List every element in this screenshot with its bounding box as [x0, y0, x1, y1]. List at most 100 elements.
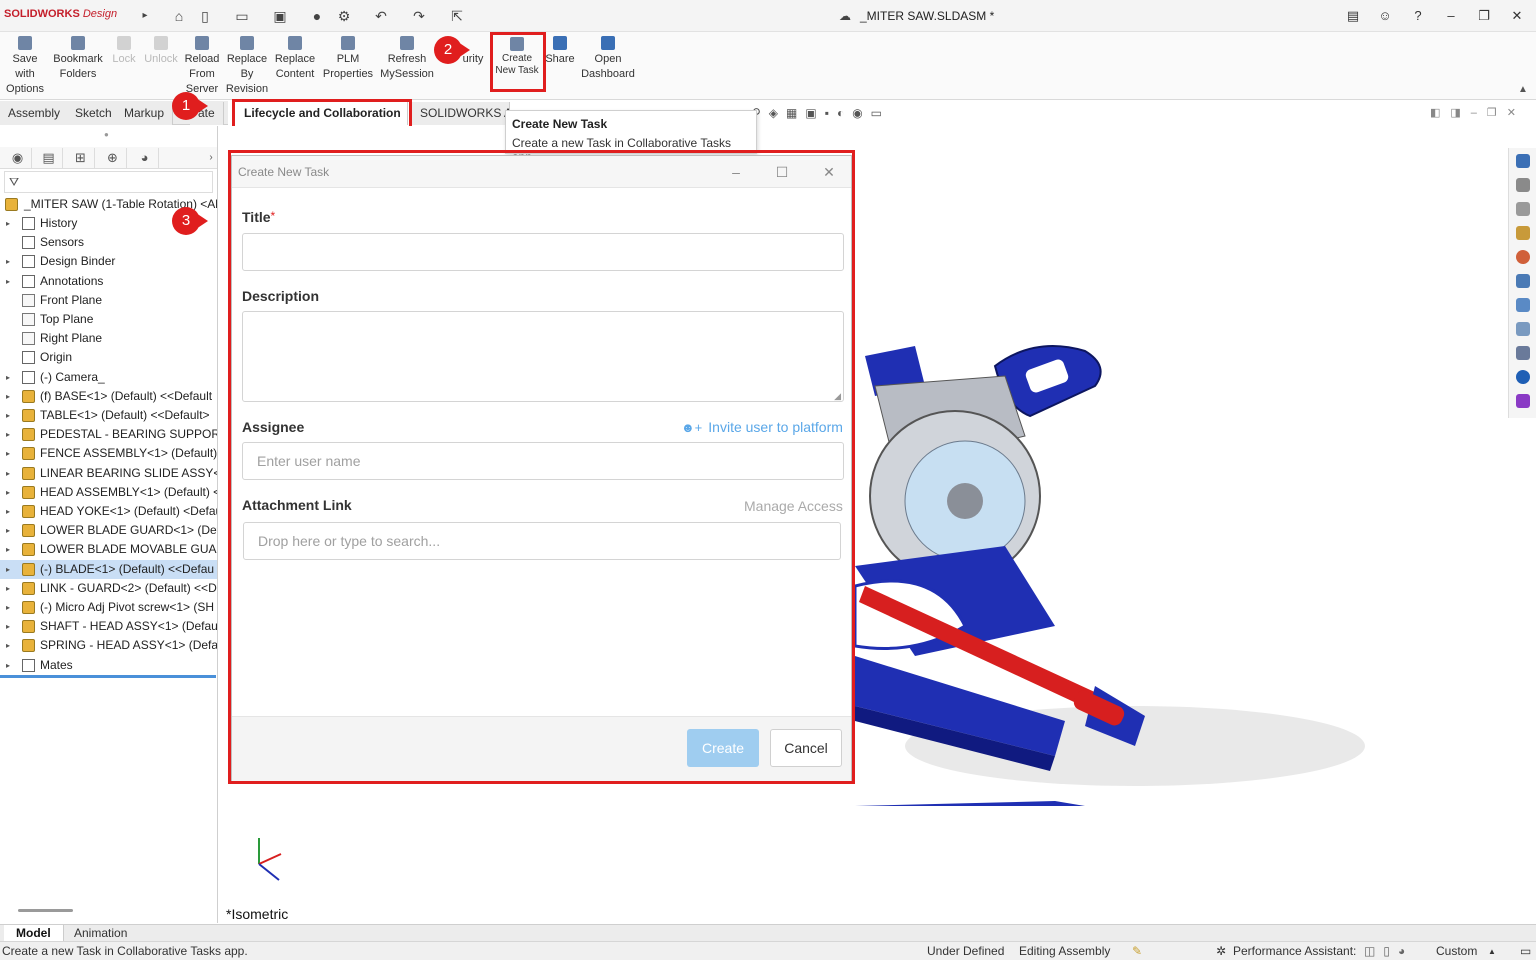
- expand-arrow-icon[interactable]: ▸: [6, 656, 10, 675]
- undo-icon[interactable]: ↶: [372, 7, 390, 25]
- units-chevron-icon[interactable]: ▲: [1488, 942, 1496, 961]
- filter-icon[interactable]: ⛛: [4, 171, 213, 193]
- tree-item[interactable]: ▸ HEAD YOKE<1> (Default) <Defau: [0, 502, 217, 521]
- tree-item[interactable]: Top Plane: [0, 310, 217, 329]
- tree-item[interactable]: ▸ (-) Camera_: [0, 368, 217, 387]
- status-indicator-icons[interactable]: ◫▯◕: [1364, 942, 1413, 961]
- tree-item[interactable]: ▸ FENCE ASSEMBLY<1> (Default) <: [0, 444, 217, 463]
- configuration-manager-tab-icon[interactable]: ⊞: [67, 148, 95, 168]
- tree-item[interactable]: ▸ PEDESTAL - BEARING SUPPORT<: [0, 425, 217, 444]
- rebuild-icon[interactable]: ✎: [1132, 942, 1142, 961]
- bookmark-folders-button[interactable]: Bookmark Folders: [50, 36, 106, 82]
- expand-arrow-icon[interactable]: ▸: [6, 636, 10, 655]
- tree-item[interactable]: Front Plane: [0, 291, 217, 310]
- tree-item[interactable]: ▸ LOWER BLADE MOVABLE GUARD: [0, 540, 217, 559]
- tab-markup[interactable]: Markup: [116, 102, 174, 125]
- tree-item[interactable]: Right Plane: [0, 329, 217, 348]
- user-avatar[interactable]: ☺: [1374, 6, 1396, 26]
- refresh-mysession-button[interactable]: Refresh MySession: [378, 36, 436, 82]
- dimxpert-tab-icon[interactable]: ⊕: [99, 148, 127, 168]
- tree-item[interactable]: Sensors: [0, 233, 217, 252]
- tab-sketch[interactable]: Sketch: [67, 102, 121, 125]
- redo-icon[interactable]: ↷: [410, 7, 428, 25]
- unlock-button[interactable]: Unlock: [142, 36, 180, 67]
- tree-item[interactable]: ▸ SPRING - HEAD ASSY<1> (Defau: [0, 636, 217, 655]
- solidworks-resources-icon[interactable]: [1516, 154, 1530, 168]
- tree-item[interactable]: ▸ SHAFT - HEAD ASSY<1> (Default: [0, 617, 217, 636]
- tree-item[interactable]: ▸ LOWER BLADE GUARD<1> (Defa: [0, 521, 217, 540]
- 3dexperience-icon[interactable]: [1516, 370, 1530, 384]
- tree-item[interactable]: ▸ (-) Micro Adj Pivot screw<1> (SH: [0, 598, 217, 617]
- expand-arrow-icon[interactable]: ▸: [6, 464, 10, 483]
- display-manager-tab-icon[interactable]: ◕: [131, 148, 159, 168]
- tree-item[interactable]: ▸ Annotations: [0, 272, 217, 291]
- reload-from-server-button[interactable]: Reload From Server: [182, 36, 222, 97]
- tree-item[interactable]: ▸ (f) BASE<1> (Default) <<Default: [0, 387, 217, 406]
- print-icon[interactable]: ●: [308, 7, 326, 25]
- expand-arrow-icon[interactable]: ▸: [6, 521, 10, 540]
- menu-expand-icon[interactable]: ▸: [136, 7, 154, 25]
- share-button[interactable]: Share: [544, 36, 576, 67]
- tab-solidworks-addins[interactable]: SOLIDWORKS A: [412, 102, 510, 125]
- design-library-icon[interactable]: [1516, 178, 1530, 192]
- home-icon[interactable]: ⌂: [170, 7, 188, 25]
- save-with-options-button[interactable]: Save with Options: [4, 36, 46, 97]
- close-button[interactable]: ✕: [1506, 6, 1528, 26]
- panel-grip-icon[interactable]: ●: [104, 130, 109, 139]
- minimize-button[interactable]: –: [1440, 6, 1462, 26]
- tree-item[interactable]: ▸ HEAD ASSEMBLY<1> (Default) <: [0, 483, 217, 502]
- tab-animation[interactable]: Animation: [62, 925, 139, 942]
- expand-arrow-icon[interactable]: ▸: [6, 502, 10, 521]
- view-palette-icon[interactable]: [1516, 226, 1530, 240]
- expand-arrow-icon[interactable]: ▸: [6, 387, 10, 406]
- expand-arrow-icon[interactable]: ▸: [6, 425, 10, 444]
- solidworks-logo[interactable]: SOLIDWORKS Design: [4, 8, 117, 20]
- collapse-ribbon-icon[interactable]: ▲: [1518, 84, 1528, 95]
- command-prompt-icon[interactable]: ▤: [1342, 6, 1364, 26]
- expand-arrow-icon[interactable]: ▸: [6, 272, 10, 291]
- expand-arrow-icon[interactable]: ▸: [6, 368, 10, 387]
- expand-arrow-icon[interactable]: ▸: [6, 483, 10, 502]
- tree-item[interactable]: ▸ Design Binder: [0, 252, 217, 271]
- tree-item[interactable]: ▸ (-) BLADE<1> (Default) <<Defau: [0, 559, 217, 579]
- plm-properties-button[interactable]: PLM Properties: [322, 36, 374, 82]
- file-explorer-icon[interactable]: [1516, 202, 1530, 216]
- new-document-icon[interactable]: ▯: [196, 7, 214, 25]
- open-dashboard-button[interactable]: Open Dashboard: [580, 36, 636, 82]
- expand-arrow-icon[interactable]: ▸: [6, 560, 10, 579]
- viewport-window-controls[interactable]: ◧◨–❐✕: [1430, 106, 1526, 119]
- replace-by-revision-button[interactable]: Replace By Revision: [224, 36, 270, 97]
- feature-manager-tab-icon[interactable]: ◉: [4, 148, 32, 168]
- miter-saw-model[interactable]: [855, 326, 1375, 806]
- status-bar-icon[interactable]: ▭: [1520, 942, 1531, 961]
- tables-icon[interactable]: [1516, 346, 1530, 360]
- tree-item[interactable]: ▸ LINEAR BEARING SLIDE ASSY<1>: [0, 464, 217, 483]
- custom-properties-icon[interactable]: [1516, 274, 1530, 288]
- replace-content-button[interactable]: Replace Content: [272, 36, 318, 82]
- collaborative-tasks-icon[interactable]: [1516, 394, 1530, 408]
- horizontal-scrollbar[interactable]: [18, 909, 73, 912]
- tree-item[interactable]: ▸ TABLE<1> (Default) <<Default>: [0, 406, 217, 425]
- restore-button[interactable]: ❐: [1473, 6, 1495, 26]
- unit-system-selector[interactable]: Custom: [1436, 942, 1477, 961]
- options-gear-icon[interactable]: ⚙: [335, 7, 353, 25]
- expand-arrow-icon[interactable]: ▸: [6, 214, 10, 233]
- expand-arrow-icon[interactable]: ▸: [6, 444, 10, 463]
- expand-arrow-icon[interactable]: ▸: [6, 579, 10, 598]
- search-icon[interactable]: [1516, 322, 1530, 336]
- expand-arrow-icon[interactable]: ▸: [6, 540, 10, 559]
- lock-button[interactable]: Lock: [110, 36, 138, 67]
- expand-arrow-icon[interactable]: ▸: [6, 617, 10, 636]
- forum-icon[interactable]: [1516, 298, 1530, 312]
- open-folder-icon[interactable]: ▭: [233, 7, 251, 25]
- tree-item[interactable]: Origin: [0, 348, 217, 367]
- expand-arrow-icon[interactable]: ▸: [6, 406, 10, 425]
- appearances-icon[interactable]: [1516, 250, 1530, 264]
- performance-assistant-icon[interactable]: ✲: [1216, 942, 1226, 961]
- tab-model[interactable]: Model: [4, 925, 64, 942]
- help-icon[interactable]: ?: [1407, 6, 1429, 26]
- save-icon[interactable]: ▣: [271, 7, 289, 25]
- tree-item[interactable]: ▸ LINK - GUARD<2> (Default) <<D: [0, 579, 217, 598]
- heads-up-view-toolbar[interactable]: ⚲◈▦▣▪◐◉▭: [752, 106, 890, 120]
- property-manager-tab-icon[interactable]: ▤: [35, 148, 63, 168]
